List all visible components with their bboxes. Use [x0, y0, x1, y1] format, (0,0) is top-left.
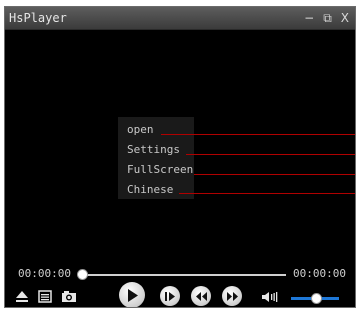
annotation-line-chinese [179, 193, 355, 194]
annotation-line-open [161, 134, 355, 135]
rewind-icon [195, 291, 207, 301]
annotation-line-settings [186, 154, 355, 155]
step-button[interactable] [160, 286, 180, 306]
playlist-icon[interactable] [38, 290, 52, 303]
camera-icon[interactable] [61, 290, 77, 303]
menu-item-settings[interactable]: Settings [118, 140, 194, 160]
title-bar[interactable]: HsPlayer − ⧉ X [5, 7, 355, 30]
rewind-button[interactable] [191, 286, 211, 306]
menu-item-chinese[interactable]: Chinese [118, 180, 194, 200]
forward-button[interactable] [222, 286, 242, 306]
speaker-icon[interactable] [262, 291, 278, 303]
play-icon [128, 288, 138, 302]
menu-item-fullscreen[interactable]: FullScreen [118, 160, 194, 180]
fast-forward-icon [226, 291, 238, 301]
context-menu: open Settings FullScreen Chinese [118, 117, 194, 199]
seek-thumb[interactable] [77, 269, 88, 280]
current-time: 00:00:00 [18, 267, 71, 280]
restore-button[interactable]: ⧉ [323, 7, 332, 30]
control-bar: 00:00:00 00:00:00 [5, 265, 355, 307]
window-title: HsPlayer [9, 11, 67, 25]
eject-icon[interactable] [15, 290, 29, 303]
player-window: HsPlayer − ⧉ X open Settings FullScreen … [4, 6, 356, 308]
play-button[interactable] [119, 282, 145, 307]
total-time: 00:00:00 [293, 267, 346, 280]
window-controls: − ⧉ X [304, 7, 349, 30]
video-area[interactable]: open Settings FullScreen Chinese [5, 31, 355, 265]
close-button[interactable]: X [341, 7, 349, 30]
step-forward-icon [165, 291, 175, 301]
menu-item-open[interactable]: open [118, 120, 194, 140]
annotation-line-fullscreen [194, 174, 355, 175]
volume-thumb[interactable] [311, 293, 322, 304]
seek-bar[interactable] [83, 274, 286, 276]
minimize-button[interactable]: − [304, 7, 314, 30]
